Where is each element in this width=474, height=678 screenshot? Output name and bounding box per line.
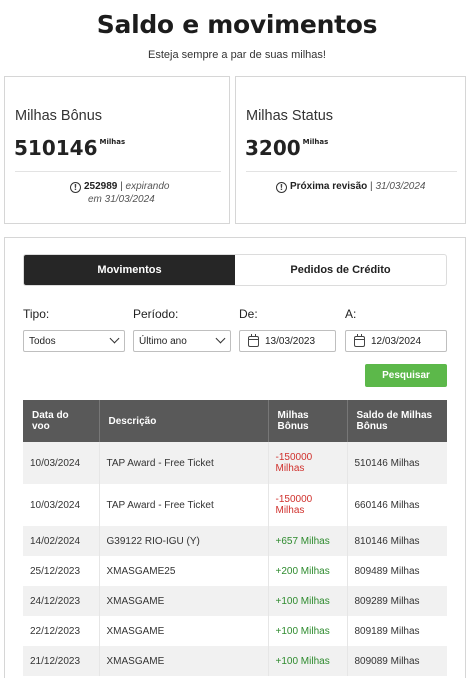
next-review-date: 31/03/2024 <box>375 181 426 192</box>
column-header-bonus-miles: Milhas Bônus <box>268 400 348 442</box>
row-balance: 809189 Milhas <box>354 625 420 637</box>
row-description: XMASGAME <box>99 646 269 676</box>
periodo-select-value: Último ano <box>139 335 187 347</box>
page-subtitle: Esteja sempre a par de suas milhas! <box>148 49 326 61</box>
tab-bar: Movimentos Pedidos de Crédito <box>23 254 447 286</box>
status-review-info: ! Próxima revisão | 31/03/2024 <box>276 180 426 193</box>
table-row: 22/12/2023 XMASGAME +100 Milhas 809189 M… <box>23 616 447 646</box>
table-row: 24/12/2023 XMASGAME +100 Milhas 809289 M… <box>23 586 447 616</box>
row-date: 24/12/2023 <box>23 586 100 616</box>
page-title: Saldo e movimentos <box>96 10 378 39</box>
search-button[interactable]: Pesquisar <box>365 364 447 387</box>
a-date-value: 12/03/2024 <box>371 335 422 347</box>
chevron-down-icon <box>109 333 120 344</box>
status-miles-card: Milhas Status 3200 Milhas ! Próxima revisã… <box>235 76 466 224</box>
table-row: 10/03/2024 TAP Award - Free Ticket -1500… <box>23 442 447 484</box>
row-description: TAP Award - Free Ticket <box>99 442 269 484</box>
next-review-label: Próxima revisão <box>290 181 368 192</box>
chevron-down-icon <box>215 333 226 344</box>
table-header-row: Data do voo Descrição Milhas Bônus Saldo d… <box>23 400 447 442</box>
expiring-date: em 31/03/2024 <box>88 194 155 205</box>
row-miles: -150000 Milhas <box>268 484 348 526</box>
row-date: 22/12/2023 <box>23 616 100 646</box>
column-header-description: Descrição <box>99 400 269 442</box>
status-miles-value: 3200 Milhas <box>245 136 328 160</box>
row-date: 21/12/2023 <box>23 646 100 676</box>
tipo-label: Tipo: <box>23 307 50 321</box>
table-row: 25/12/2023 XMASGAME25 +200 Milhas 809489… <box>23 556 447 586</box>
bonus-miles-amount: 510146 <box>14 136 98 160</box>
info-separator: | <box>370 181 373 192</box>
tipo-select-value: Todos <box>29 335 56 347</box>
row-description: XMASGAME <box>99 616 269 646</box>
bonus-miles-card: Milhas Bônus 510146 Milhas ! 252989 | expi… <box>4 76 230 224</box>
info-separator: | <box>120 181 123 192</box>
row-balance: 660146 Milhas <box>354 499 420 511</box>
de-date-field[interactable]: 13/03/2023 <box>239 330 336 352</box>
a-label: A: <box>345 307 357 321</box>
column-header-balance: Saldo de Milhas Bônus <box>356 410 433 432</box>
row-description: XMASGAME25 <box>99 556 269 586</box>
tipo-select[interactable]: Todos <box>23 330 125 352</box>
tab-movimentos[interactable]: Movimentos <box>24 255 235 285</box>
de-label: De: <box>239 307 258 321</box>
row-balance: 809489 Milhas <box>354 565 420 577</box>
calendar-icon <box>354 333 365 347</box>
column-header-date: Data do voo <box>23 400 100 442</box>
row-miles: +100 Milhas <box>268 646 348 676</box>
row-description: TAP Award - Free Ticket <box>99 484 269 526</box>
bonus-miles-title: Milhas Bônus <box>15 108 103 124</box>
row-balance: 510146 Milhas <box>354 457 420 469</box>
row-balance: 810146 Milhas <box>354 535 420 547</box>
bonus-miles-value: 510146 Milhas <box>14 136 125 160</box>
a-date-field[interactable]: 12/03/2024 <box>345 330 447 352</box>
table-row: 14/02/2024 G39122 RIO-IGU (Y) +657 Milha… <box>23 526 447 556</box>
row-date: 10/03/2024 <box>23 484 100 526</box>
status-miles-title: Milhas Status <box>246 108 334 124</box>
de-date-value: 13/03/2023 <box>265 335 316 347</box>
row-date: 10/03/2024 <box>23 442 100 484</box>
bonus-miles-unit: Milhas <box>99 138 126 146</box>
expiring-amount: 252989 <box>84 181 118 192</box>
row-miles: +200 Milhas <box>268 556 348 586</box>
movements-table: Data do voo Descrição Milhas Bônus Saldo d… <box>23 400 447 676</box>
row-miles: +100 Milhas <box>268 616 348 646</box>
expiring-label: expirando <box>125 181 170 192</box>
status-miles-unit: Milhas <box>302 138 329 146</box>
table-row: 10/03/2024 TAP Award - Free Ticket -1500… <box>23 484 447 526</box>
bonus-expiry-info: ! 252989 | expirando em 31/03/2024 <box>70 180 169 206</box>
row-miles: +100 Milhas <box>268 586 348 616</box>
row-description: G39122 RIO-IGU (Y) <box>99 526 269 556</box>
periodo-label: Período: <box>133 307 179 321</box>
row-date: 25/12/2023 <box>23 556 100 586</box>
divider <box>15 171 221 172</box>
info-circle-icon: ! <box>70 182 81 193</box>
divider <box>246 171 457 172</box>
row-balance: 809289 Milhas <box>354 595 420 607</box>
status-miles-amount: 3200 <box>245 136 301 160</box>
row-description: XMASGAME <box>99 586 269 616</box>
row-balance: 809089 Milhas <box>354 655 420 667</box>
periodo-select[interactable]: Último ano <box>133 330 231 352</box>
info-circle-icon: ! <box>276 182 287 193</box>
row-miles: -150000 Milhas <box>268 442 348 484</box>
row-miles: +657 Milhas <box>268 526 348 556</box>
table-row: 21/12/2023 XMASGAME +100 Milhas 809089 M… <box>23 646 447 676</box>
row-date: 14/02/2024 <box>23 526 100 556</box>
calendar-icon <box>248 333 259 347</box>
tab-pedidos-de-credito[interactable]: Pedidos de Crédito <box>235 255 446 285</box>
